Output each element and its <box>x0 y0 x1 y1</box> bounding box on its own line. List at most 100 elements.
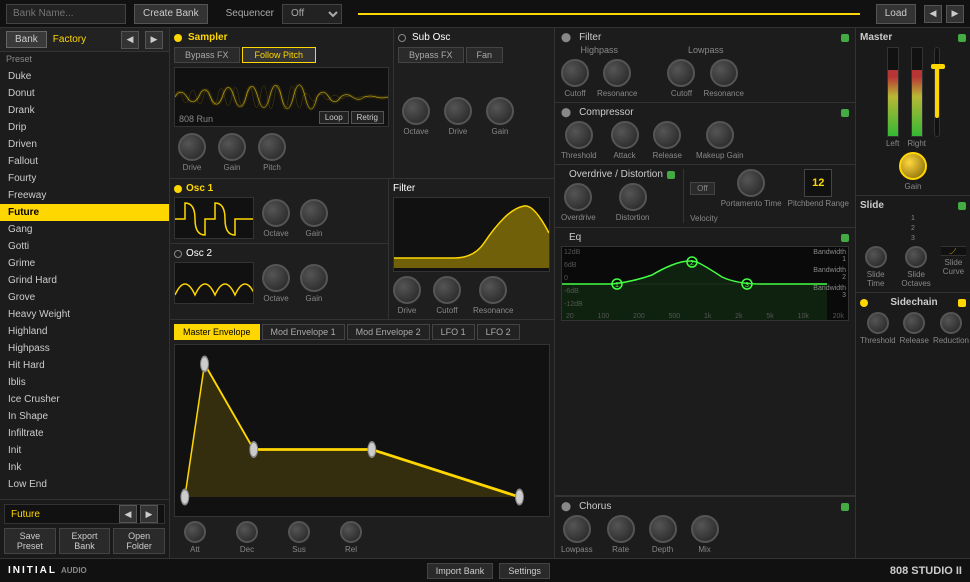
settings-button[interactable]: Settings <box>499 563 550 579</box>
nav-prev-button[interactable]: ◀ <box>924 5 942 23</box>
osc1-octave-knob[interactable] <box>262 199 290 227</box>
chorus-rate-knob[interactable] <box>607 515 635 543</box>
master-gain-knob[interactable] <box>899 152 927 180</box>
env-tab-4[interactable]: LFO 2 <box>477 324 520 340</box>
sampler-gain-knob[interactable] <box>218 133 246 161</box>
hp-cutoff-knob[interactable] <box>561 59 589 87</box>
create-bank-button[interactable]: Create Bank <box>134 4 208 24</box>
list-item[interactable]: Low End <box>0 476 169 493</box>
retrig-button[interactable]: Retrig <box>351 111 384 124</box>
bank-next[interactable]: ▶ <box>145 31 163 49</box>
sub-gain-knob[interactable] <box>486 97 514 125</box>
hp-resonance-knob[interactable] <box>603 59 631 87</box>
env-tab-1[interactable]: Mod Envelope 1 <box>262 324 345 340</box>
list-item[interactable]: Drank <box>0 102 169 119</box>
list-item[interactable]: In Shape <box>0 408 169 425</box>
export-bank-button[interactable]: Export Bank <box>59 528 111 554</box>
lp-resonance-knob[interactable] <box>710 59 738 87</box>
list-item[interactable]: Driven <box>0 136 169 153</box>
bank-tab[interactable]: Bank <box>6 31 47 48</box>
drive-knob-group: Drive <box>178 133 206 172</box>
list-item[interactable]: Highpass <box>0 340 169 357</box>
sidechain-threshold-knob[interactable] <box>867 312 889 334</box>
list-item[interactable]: Donut <box>0 85 169 102</box>
slide-time-knob[interactable] <box>865 246 887 268</box>
comp-attack-knob[interactable] <box>611 121 639 149</box>
preset-prev[interactable]: ◀ <box>119 505 137 523</box>
bank-name-input[interactable] <box>6 4 126 24</box>
sampler-drive-knob[interactable] <box>178 133 206 161</box>
save-preset-button[interactable]: Save Preset <box>4 528 56 554</box>
distortion-knob[interactable] <box>619 183 647 211</box>
filter-resonance-knob[interactable] <box>479 276 507 304</box>
velocity-off-button[interactable]: Off <box>690 182 715 195</box>
follow-pitch-button[interactable]: Follow Pitch <box>242 47 317 63</box>
filter-drive-knob[interactable] <box>393 276 421 304</box>
chorus-mix-knob[interactable] <box>691 515 719 543</box>
portamento-knob[interactable] <box>737 169 765 197</box>
env-tab-2[interactable]: Mod Envelope 2 <box>347 324 430 340</box>
list-item[interactable]: Ice Crusher <box>0 391 169 408</box>
right-main: ⬤ Filter Highpass Cutoff <box>555 28 855 558</box>
decay-knob[interactable] <box>236 521 258 543</box>
list-item[interactable]: Heavy Weight <box>0 306 169 323</box>
nav-next-button[interactable]: ▶ <box>946 5 964 23</box>
open-folder-button[interactable]: Open Folder <box>113 528 165 554</box>
filter-cutoff-knob[interactable] <box>433 276 461 304</box>
chorus-depth-knob[interactable] <box>649 515 677 543</box>
comp-release-knob[interactable] <box>653 121 681 149</box>
sub-drive-knob[interactable] <box>444 97 472 125</box>
osc1-gain-knob[interactable] <box>300 199 328 227</box>
list-item[interactable]: Grove <box>0 289 169 306</box>
bank-prev[interactable]: ◀ <box>121 31 139 49</box>
list-item[interactable]: Infiltrate <box>0 425 169 442</box>
list-item[interactable]: Highland <box>0 323 169 340</box>
list-item[interactable]: Drip <box>0 119 169 136</box>
list-item[interactable]: Ink <box>0 459 169 476</box>
sub-octave-knob[interactable] <box>402 97 430 125</box>
sidechain-reduction-knob[interactable] <box>940 312 962 334</box>
osc2-octave-label: Octave <box>263 294 288 303</box>
env-tab-0[interactable]: Master Envelope <box>174 324 260 340</box>
load-button[interactable]: Load <box>876 4 916 24</box>
sampler-pitch-knob[interactable] <box>258 133 286 161</box>
env-tab-3[interactable]: LFO 1 <box>432 324 475 340</box>
osc2-octave-knob[interactable] <box>262 264 290 292</box>
attack-knob[interactable] <box>184 521 206 543</box>
list-item[interactable]: Gotti <box>0 238 169 255</box>
sustain-knob[interactable] <box>288 521 310 543</box>
slide-octaves-knob[interactable] <box>905 246 927 268</box>
comp-makeup-knob[interactable] <box>706 121 734 149</box>
list-item[interactable]: Grind Hard <box>0 272 169 289</box>
sidechain-led <box>860 299 868 307</box>
list-item[interactable]: Duke <box>0 68 169 85</box>
master-gain-thumb[interactable] <box>931 64 945 69</box>
preset-next[interactable]: ▶ <box>140 505 158 523</box>
list-item[interactable]: Hit Hard <box>0 357 169 374</box>
list-item[interactable]: Init <box>0 442 169 459</box>
initial-logo: INITIAL <box>8 565 57 576</box>
sidechain-release-knob[interactable] <box>903 312 925 334</box>
sub-fan-button[interactable]: Fan <box>466 47 504 63</box>
list-item[interactable]: Iblis <box>0 374 169 391</box>
list-item[interactable]: Fourty <box>0 170 169 187</box>
osc2-gain-knob[interactable] <box>300 264 328 292</box>
chorus-lowpass-knob[interactable] <box>563 515 591 543</box>
lp-cutoff-knob[interactable] <box>667 59 695 87</box>
chorus-lowpass-label: Lowpass <box>561 545 593 554</box>
sidechain-indicator <box>958 299 966 307</box>
list-item[interactable]: Future <box>0 204 169 221</box>
list-item[interactable]: Grime <box>0 255 169 272</box>
sub-bypass-button[interactable]: Bypass FX <box>398 47 464 63</box>
release-knob[interactable] <box>340 521 362 543</box>
import-bank-button[interactable]: Import Bank <box>427 563 494 579</box>
portamento-label: Portamento Time <box>721 199 782 208</box>
sequencer-select[interactable]: Off <box>282 4 342 24</box>
comp-threshold-knob[interactable] <box>565 121 593 149</box>
loop-button[interactable]: Loop <box>319 111 349 124</box>
list-item[interactable]: Fallout <box>0 153 169 170</box>
list-item[interactable]: Gang <box>0 221 169 238</box>
sampler-bypass-button[interactable]: Bypass FX <box>174 47 240 63</box>
list-item[interactable]: Freeway <box>0 187 169 204</box>
overdrive-knob[interactable] <box>564 183 592 211</box>
